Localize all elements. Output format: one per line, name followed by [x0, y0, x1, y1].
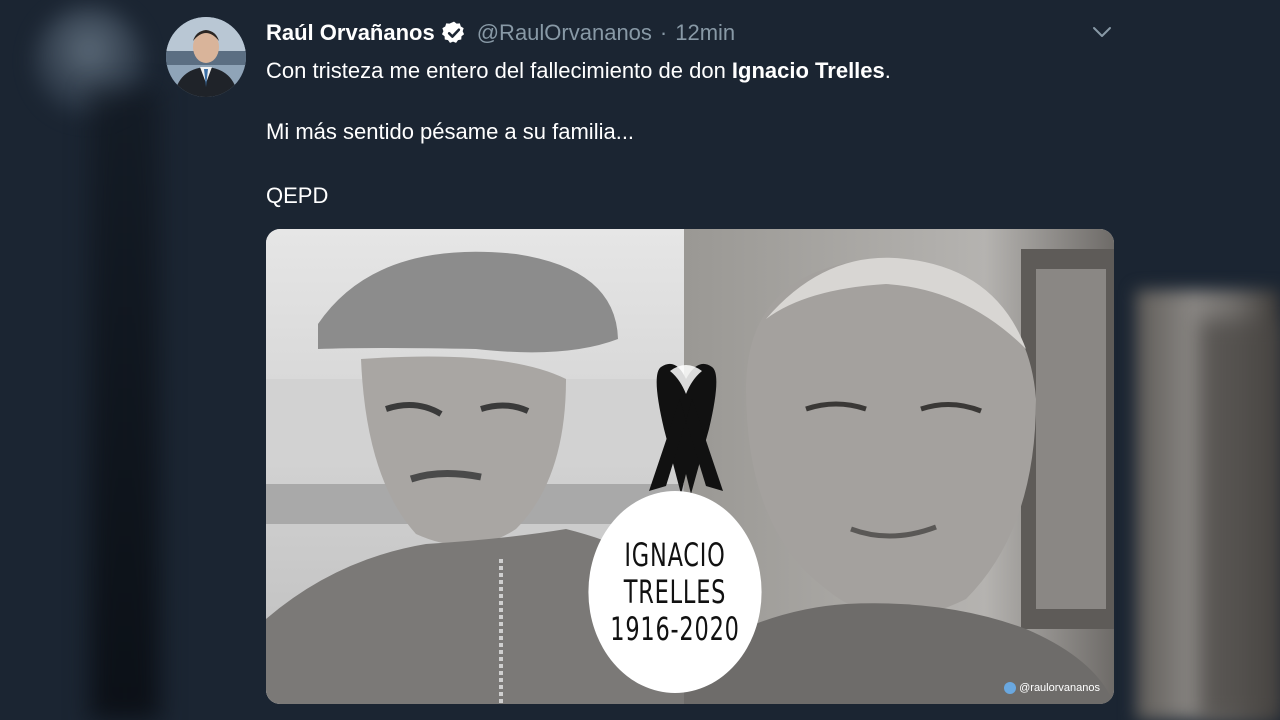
tribute-last-name: TRELLES [623, 572, 727, 611]
image-watermark: @raulorvananos [1004, 682, 1100, 694]
tweet-text-line-1: Con tristeza me entero del fallecimiento… [266, 58, 891, 84]
tweet-text-line-3: QEPD [266, 183, 329, 208]
user-handle[interactable]: @RaulOrvananos [477, 20, 652, 46]
chevron-down-icon[interactable] [1090, 20, 1114, 44]
twitter-bird-icon [1004, 682, 1017, 694]
tweet-header: Raúl Orvañanos @RaulOrvananos · 12min [266, 18, 735, 48]
tweet-media-image[interactable]: IGNACIO TRELLES 1916-2020 @raulorvananos [266, 229, 1114, 704]
avatar-photo [166, 17, 246, 97]
verified-badge-icon [441, 20, 467, 46]
timestamp[interactable]: 12min [675, 20, 735, 46]
tribute-first-name: IGNACIO [624, 535, 726, 574]
watermark-handle: @raulorvananos [1019, 682, 1100, 694]
tweet-text-prefix: Con tristeza me entero del fallecimiento… [266, 58, 732, 83]
separator-dot: · [659, 20, 668, 45]
display-name[interactable]: Raúl Orvañanos [266, 20, 435, 46]
avatar[interactable] [166, 17, 246, 97]
tweet-text-suffix: . [884, 58, 891, 83]
background-blurred-frame [1200, 320, 1280, 720]
tweet-text-line-2: Mi más sentido pésame a su familia... [266, 119, 635, 144]
tribute-years: 1916-2020 [610, 609, 740, 648]
tribute-name-circle: IGNACIO TRELLES 1916-2020 [588, 491, 762, 693]
tweet-text-bold-name: Ignacio Trelles [731, 58, 885, 83]
background-blurred-column [90, 90, 160, 720]
